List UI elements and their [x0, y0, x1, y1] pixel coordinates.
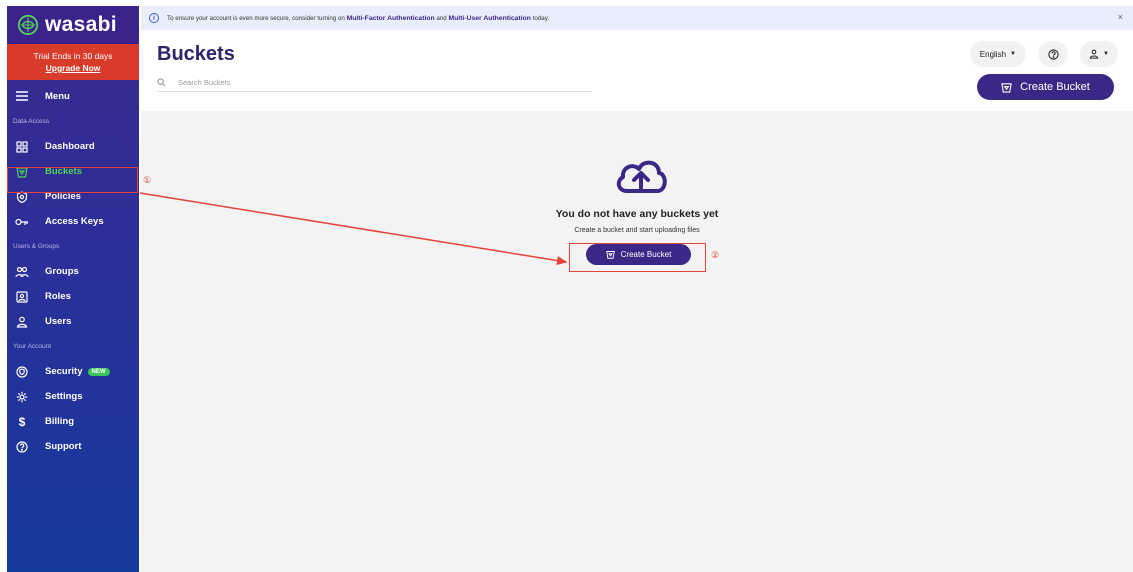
sidebar-item-security[interactable]: Security NEW	[7, 359, 139, 384]
sidebar: wasabi Trial Ends in 30 days Upgrade Now…	[7, 6, 139, 572]
info-icon: i	[149, 13, 159, 23]
security-shield-icon	[15, 365, 29, 379]
wasabi-logo-icon	[17, 14, 39, 36]
upgrade-now-link[interactable]: Upgrade Now	[7, 62, 139, 74]
banner-text-after: today.	[532, 14, 550, 22]
banner-text-and: and	[436, 14, 447, 22]
groups-icon	[15, 265, 29, 279]
create-bucket-label: Create Bucket	[1020, 81, 1090, 93]
sidebar-item-access-keys[interactable]: Access Keys	[7, 209, 139, 234]
menu-label: Menu	[45, 90, 70, 102]
search-bar[interactable]: Search Buckets	[157, 74, 592, 92]
help-button[interactable]	[1038, 41, 1068, 67]
cloud-upload-icon	[616, 160, 667, 193]
dollar-icon: $	[18, 414, 26, 429]
annotation-highlight-buckets	[7, 167, 138, 193]
annotation-step-2: ②	[711, 250, 720, 260]
close-icon[interactable]: ×	[1118, 12, 1123, 22]
chevron-down-icon: ▼	[1103, 51, 1109, 57]
menu-toggle[interactable]: Menu	[7, 83, 139, 109]
empty-state-subtitle: Create a bucket and start uploading file…	[574, 227, 700, 234]
section-users-groups: Users & Groups	[13, 243, 60, 250]
bucket-icon	[1001, 82, 1012, 93]
sidebar-item-label: Roles	[45, 291, 71, 302]
header-actions: English ▼ ▼	[969, 41, 1118, 67]
trial-banner: Trial Ends in 30 days Upgrade Now	[7, 44, 139, 80]
sidebar-item-dashboard[interactable]: Dashboard	[7, 134, 139, 159]
sidebar-item-label: Dashboard	[45, 141, 95, 152]
user-icon	[15, 315, 29, 329]
dashboard-icon	[15, 140, 29, 154]
key-icon	[15, 215, 29, 229]
sidebar-item-label: Support	[45, 441, 82, 452]
sidebar-item-label: Billing	[45, 416, 75, 427]
buckets-empty-area: You do not have any buckets yet Create a…	[141, 111, 1133, 572]
chevron-down-icon: ▼	[1010, 51, 1016, 57]
sidebar-item-label: Access Keys	[45, 216, 104, 227]
sidebar-item-label: Settings	[45, 391, 83, 402]
sidebar-item-billing[interactable]: $ Billing	[7, 409, 139, 434]
gear-icon	[15, 390, 29, 404]
sidebar-item-roles[interactable]: Roles	[7, 284, 139, 309]
page-title: Buckets	[157, 43, 235, 65]
mua-link[interactable]: Multi-User Authentication	[448, 15, 530, 22]
logo-text: wasabi	[45, 13, 117, 36]
banner-text-before: To ensure your account is even more secu…	[167, 14, 345, 22]
search-icon	[157, 78, 166, 87]
sidebar-item-label: Groups	[45, 266, 79, 277]
sidebar-item-settings[interactable]: Settings	[7, 384, 139, 409]
annotation-step-1: ①	[143, 175, 152, 185]
help-circle-icon	[15, 440, 29, 454]
wasabi-logo[interactable]: wasabi	[7, 6, 139, 44]
sidebar-item-users[interactable]: Users	[7, 309, 139, 334]
sidebar-item-label: Security	[45, 366, 83, 377]
search-input[interactable]: Search Buckets	[178, 78, 231, 87]
empty-state-title: You do not have any buckets yet	[555, 208, 719, 220]
mfa-link[interactable]: Multi-Factor Authentication	[347, 15, 435, 22]
language-label: English	[979, 49, 1007, 59]
trial-text: Trial Ends in 30 days	[33, 51, 113, 61]
user-icon	[1089, 49, 1099, 59]
sidebar-item-label: Users	[45, 316, 72, 327]
help-circle-icon	[1047, 48, 1059, 60]
sidebar-item-support[interactable]: Support	[7, 434, 139, 459]
create-bucket-button[interactable]: Create Bucket	[977, 74, 1114, 100]
language-select[interactable]: English ▼	[969, 41, 1026, 67]
section-data-access: Data Access	[13, 118, 50, 125]
id-card-icon	[15, 290, 29, 304]
mfa-banner: i To ensure your account is even more se…	[141, 6, 1133, 30]
section-your-account: Your Account	[13, 343, 52, 350]
user-menu-button[interactable]: ▼	[1080, 41, 1118, 67]
annotation-highlight-create	[569, 243, 706, 272]
hamburger-icon	[15, 89, 29, 103]
sidebar-item-groups[interactable]: Groups	[7, 259, 139, 284]
new-badge: NEW	[87, 367, 110, 376]
